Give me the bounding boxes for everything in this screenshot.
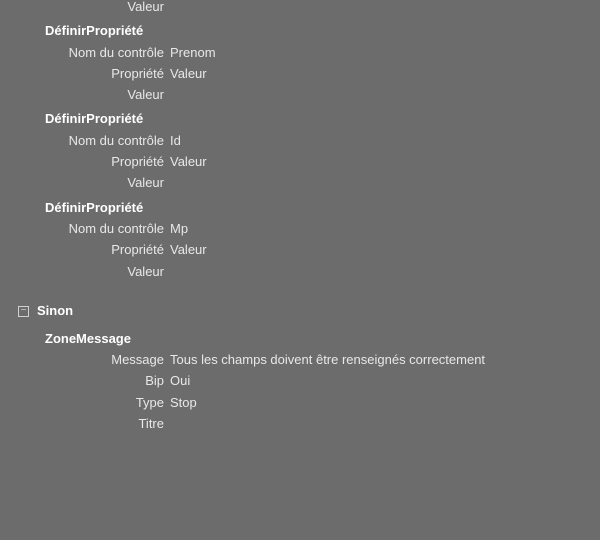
control-name-value[interactable]: Prenom xyxy=(170,46,600,60)
value-label: Valeur xyxy=(0,265,170,279)
control-name-value[interactable]: Id xyxy=(170,134,600,148)
control-name-label: Nom du contrôle xyxy=(0,46,170,60)
control-name-label: Nom du contrôle xyxy=(0,222,170,236)
property-row: Propriété Valeur xyxy=(0,243,600,257)
zone-message-header[interactable]: ZoneMessage xyxy=(45,332,600,346)
titre-label: Titre xyxy=(0,417,170,431)
value-label: Valeur xyxy=(0,0,170,14)
message-label: Message xyxy=(0,353,170,367)
bip-row: Bip Oui xyxy=(0,374,600,388)
value-label: Valeur xyxy=(0,88,170,102)
collapse-icon[interactable]: − xyxy=(18,306,29,317)
message-value[interactable]: Tous les champs doivent être renseignés … xyxy=(170,353,600,367)
value-row: Valeur xyxy=(0,88,600,102)
else-branch[interactable]: − Sinon xyxy=(18,303,600,318)
value-row: Valeur xyxy=(0,265,600,279)
define-property-header[interactable]: DéfinirPropriété xyxy=(45,201,600,215)
define-property-header[interactable]: DéfinirPropriété xyxy=(45,112,600,126)
property-row: Propriété Valeur xyxy=(0,155,600,169)
define-property-header[interactable]: DéfinirPropriété xyxy=(45,24,600,38)
type-label: Type xyxy=(0,396,170,410)
value-row: Valeur xyxy=(0,176,600,190)
type-value[interactable]: Stop xyxy=(170,396,600,410)
property-value[interactable]: Valeur xyxy=(170,155,600,169)
property-label: Propriété xyxy=(0,243,170,257)
else-label: Sinon xyxy=(37,303,73,318)
property-value[interactable]: Valeur xyxy=(170,243,600,257)
titre-row: Titre xyxy=(0,417,600,431)
property-label: Propriété xyxy=(0,155,170,169)
message-row: Message Tous les champs doivent être ren… xyxy=(0,353,600,367)
property-label: Propriété xyxy=(0,67,170,81)
property-row: Propriété Valeur xyxy=(0,67,600,81)
control-name-row: Nom du contrôle Mp xyxy=(0,222,600,236)
bip-value[interactable]: Oui xyxy=(170,374,600,388)
control-name-value[interactable]: Mp xyxy=(170,222,600,236)
value-label: Valeur xyxy=(0,176,170,190)
macro-panel: Valeur DéfinirPropriété Nom du contrôle … xyxy=(0,0,600,540)
control-name-label: Nom du contrôle xyxy=(0,134,170,148)
control-name-row: Nom du contrôle Prenom xyxy=(0,46,600,60)
type-row: Type Stop xyxy=(0,396,600,410)
property-value[interactable]: Valeur xyxy=(170,67,600,81)
property-row-partial: Valeur xyxy=(0,0,600,14)
bip-label: Bip xyxy=(0,374,170,388)
control-name-row: Nom du contrôle Id xyxy=(0,134,600,148)
